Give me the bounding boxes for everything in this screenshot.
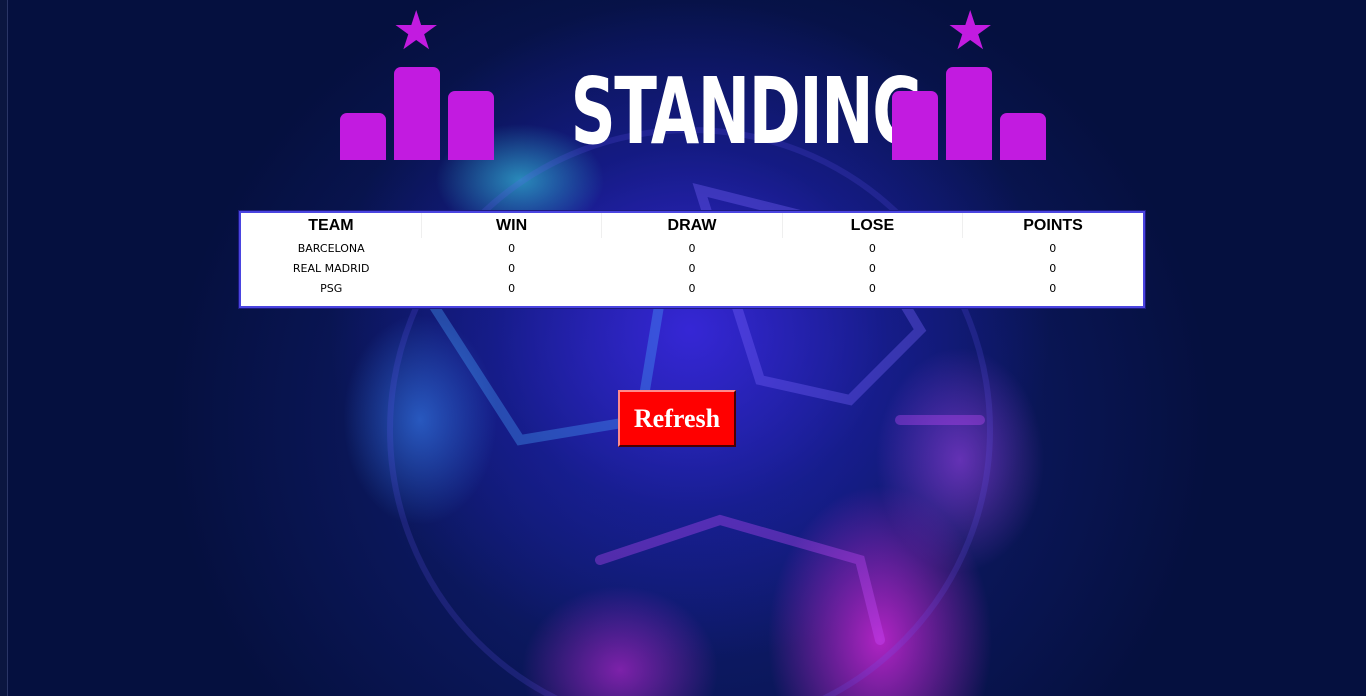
- star-icon: ★: [946, 0, 995, 62]
- draw-cell: 0: [688, 241, 696, 255]
- bar-icon: [448, 91, 494, 160]
- column-header-draw: DRAW: [601, 213, 783, 238]
- lose-cell: 0: [868, 241, 876, 255]
- points-cell: 0: [1049, 261, 1057, 275]
- team-cell: BARCELONA: [297, 241, 365, 255]
- table-header-row: TEAM WIN DRAW LOSE POINTS: [241, 213, 1143, 238]
- standings-table: TEAM WIN DRAW LOSE POINTS BARCELONA 0 0 …: [239, 211, 1145, 308]
- points-cell: 0: [1049, 281, 1057, 295]
- team-cell: PSG: [320, 281, 343, 295]
- page-title: STANDING: [570, 58, 924, 165]
- window-left-border: [0, 0, 8, 696]
- points-cell: 0: [1049, 241, 1057, 255]
- win-cell: 0: [508, 261, 516, 275]
- column-header-team: TEAM: [241, 213, 422, 238]
- column-header-points: POINTS: [1023, 216, 1083, 234]
- column-header-lose: LOSE: [782, 213, 964, 238]
- draw-cell: 0: [688, 261, 696, 275]
- draw-cell: 0: [688, 281, 696, 295]
- refresh-button[interactable]: Refresh: [618, 390, 736, 447]
- bar-icon: [340, 113, 386, 160]
- standing-banner: ★ STANDING ★: [338, 4, 1048, 164]
- table-row: PSG 0 0 0 0: [241, 278, 1143, 298]
- bar-icon: [946, 67, 992, 160]
- lose-cell: 0: [868, 261, 876, 275]
- win-cell: 0: [508, 241, 516, 255]
- table-row: REAL MADRID 0 0 0 0: [241, 258, 1143, 278]
- lose-cell: 0: [868, 281, 876, 295]
- bar-icon: [394, 67, 440, 160]
- table-row: BARCELONA 0 0 0 0: [241, 238, 1143, 258]
- team-cell: REAL MADRID: [292, 261, 370, 275]
- bar-icon: [892, 91, 938, 160]
- bar-icon: [1000, 113, 1046, 160]
- star-icon: ★: [392, 0, 441, 62]
- win-cell: 0: [508, 281, 516, 295]
- column-header-win: WIN: [421, 213, 603, 238]
